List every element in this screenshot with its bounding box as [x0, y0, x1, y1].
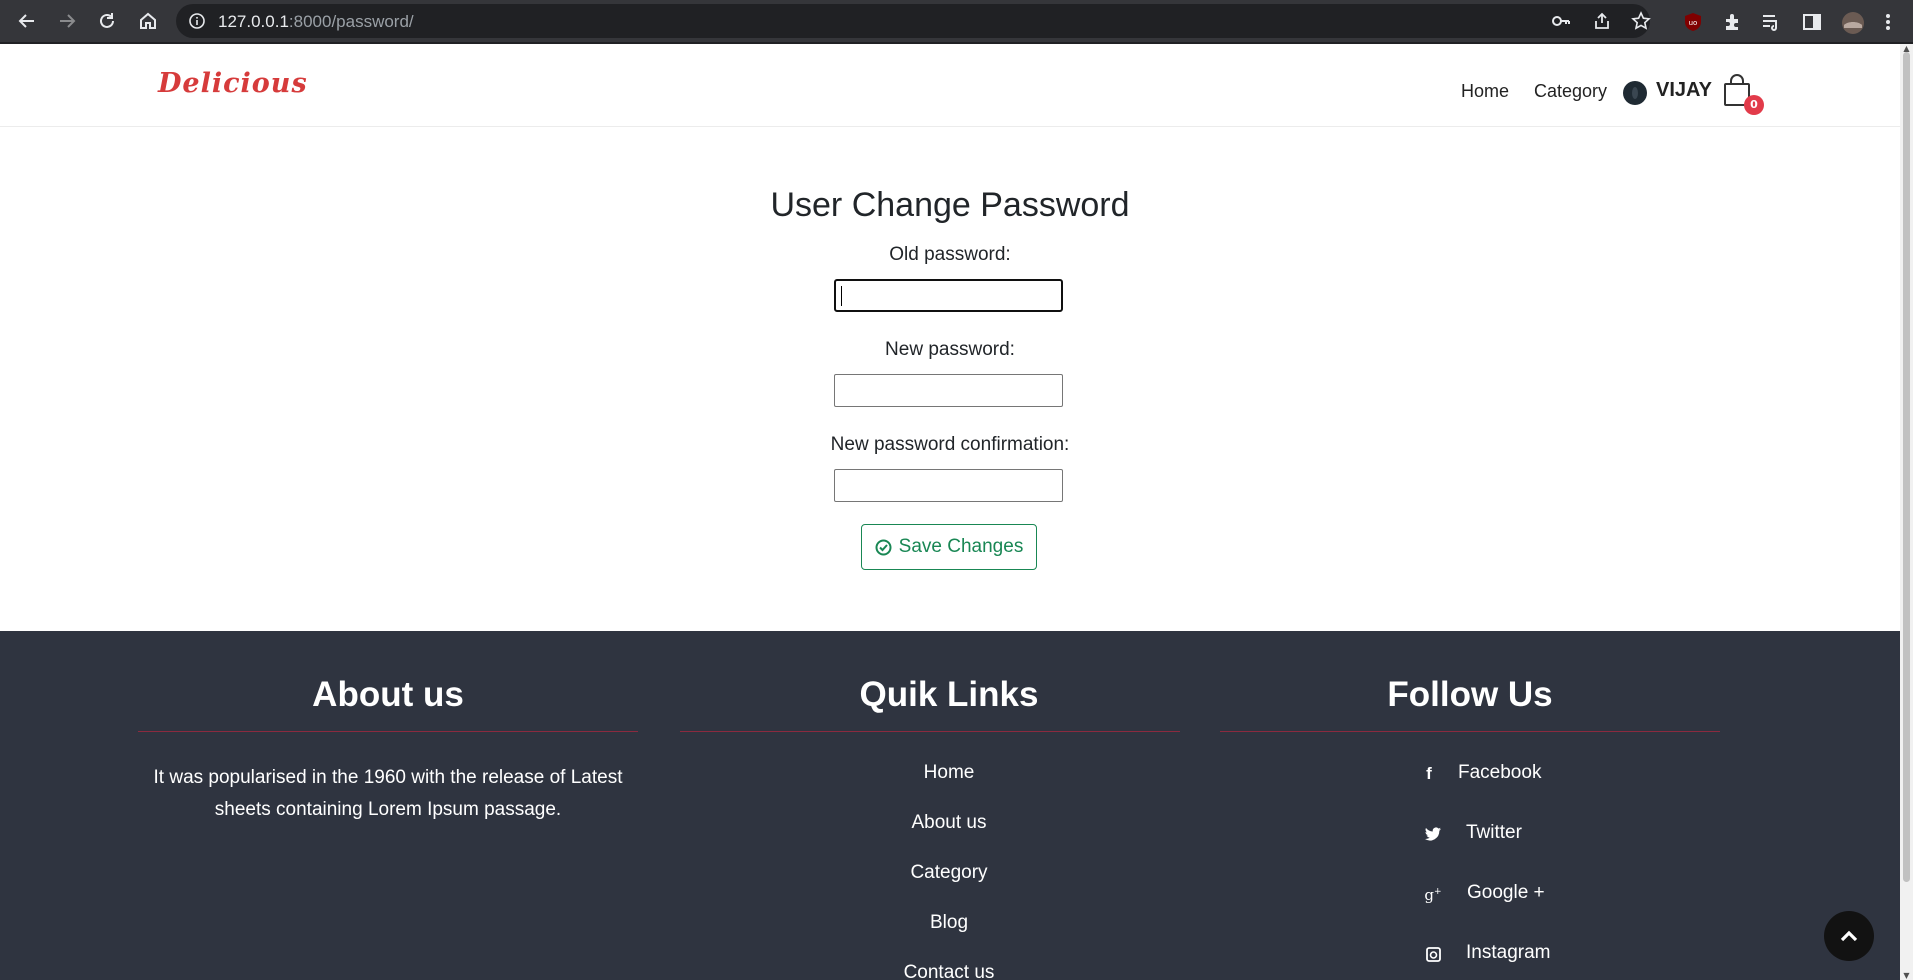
url-host: 127.0.0.1 — [218, 12, 289, 31]
key-icon[interactable] — [1551, 11, 1571, 31]
home-icon — [140, 12, 156, 29]
follow-us-divider — [1220, 731, 1720, 732]
nav-home-link[interactable]: Home — [1461, 81, 1509, 102]
address-bar[interactable]: 127.0.0.1:8000/password/ — [176, 4, 1651, 38]
browser-toolbar: 127.0.0.1:8000/password/ uo — [0, 0, 1913, 44]
twitter-icon — [1423, 824, 1443, 844]
new-password-input[interactable] — [834, 374, 1063, 407]
cart-count-badge: 0 — [1744, 95, 1764, 115]
page-scrollbar[interactable]: ▲ ▼ — [1900, 44, 1913, 980]
footer-link-contact[interactable]: Contact us — [680, 962, 1218, 980]
menu-dots-icon[interactable] — [1884, 11, 1906, 33]
chevron-up-icon — [1840, 930, 1858, 942]
nav-category-link[interactable]: Category — [1534, 81, 1607, 102]
confirm-password-input[interactable] — [834, 469, 1063, 502]
svg-text:uo: uo — [1689, 19, 1698, 27]
social-link-google-plus[interactable]: Google + — [1467, 882, 1545, 904]
old-password-input[interactable] — [834, 279, 1063, 312]
old-password-label: Old password: — [889, 244, 1011, 265]
footer-link-blog[interactable]: Blog — [680, 912, 1218, 934]
quick-links-divider — [680, 731, 1180, 732]
footer-link-about[interactable]: About us — [680, 812, 1218, 834]
ublock-extension-icon[interactable]: uo — [1682, 11, 1704, 33]
page-content: Delicious Home Category VIJAY 0 User Cha… — [0, 44, 1900, 980]
user-avatar[interactable] — [1623, 81, 1647, 105]
google-plus-icon: g+ — [1424, 886, 1442, 904]
star-icon[interactable] — [1631, 11, 1651, 31]
side-panel-icon[interactable] — [1801, 11, 1823, 33]
scrollbar-thumb[interactable] — [1903, 52, 1910, 882]
site-info-icon[interactable] — [188, 12, 206, 34]
footer-link-category[interactable]: Category — [680, 862, 1218, 884]
extensions-icon[interactable] — [1722, 11, 1744, 33]
back-to-top-button[interactable] — [1824, 911, 1874, 961]
site-header: Delicious Home Category VIJAY 0 — [0, 44, 1900, 127]
text-caret — [841, 286, 842, 306]
site-logo[interactable]: Delicious — [158, 68, 308, 99]
url-path: :8000/password/ — [288, 12, 414, 31]
facebook-icon: f — [1426, 764, 1432, 783]
social-link-instagram[interactable]: Instagram — [1466, 942, 1550, 964]
forward-button[interactable] — [52, 6, 82, 36]
social-link-twitter[interactable]: Twitter — [1466, 822, 1522, 844]
arrow-left-icon — [18, 14, 34, 28]
back-button[interactable] — [12, 6, 42, 36]
new-password-label: New password: — [885, 339, 1015, 360]
site-footer: About us It was popularised in the 1960 … — [0, 631, 1900, 980]
user-name[interactable]: VIJAY — [1656, 79, 1712, 102]
about-text: It was popularised in the 1960 with the … — [153, 767, 623, 820]
share-icon[interactable] — [1592, 11, 1612, 31]
quick-links-heading: Quik Links — [859, 675, 1039, 714]
save-changes-label: Save Changes — [898, 536, 1024, 557]
about-heading: About us — [312, 675, 464, 714]
home-button[interactable] — [133, 6, 163, 36]
about-divider — [138, 731, 638, 732]
footer-link-home[interactable]: Home — [680, 762, 1218, 784]
confirm-password-label: New password confirmation: — [830, 434, 1070, 455]
social-link-facebook[interactable]: Facebook — [1458, 762, 1541, 784]
instagram-icon — [1423, 944, 1443, 964]
page-title: User Change Password — [770, 186, 1130, 224]
reading-list-icon[interactable] — [1760, 11, 1782, 33]
check-circle-icon — [875, 539, 892, 555]
profile-avatar-icon[interactable] — [1841, 11, 1864, 34]
reload-button[interactable] — [92, 6, 122, 36]
scroll-down-arrow[interactable]: ▼ — [1902, 971, 1911, 980]
reload-icon — [100, 13, 114, 28]
save-changes-button[interactable]: Save Changes — [861, 524, 1037, 570]
url-text: 127.0.0.1:8000/password/ — [218, 12, 414, 32]
arrow-right-icon — [60, 14, 76, 28]
follow-us-heading: Follow Us — [1387, 675, 1553, 714]
